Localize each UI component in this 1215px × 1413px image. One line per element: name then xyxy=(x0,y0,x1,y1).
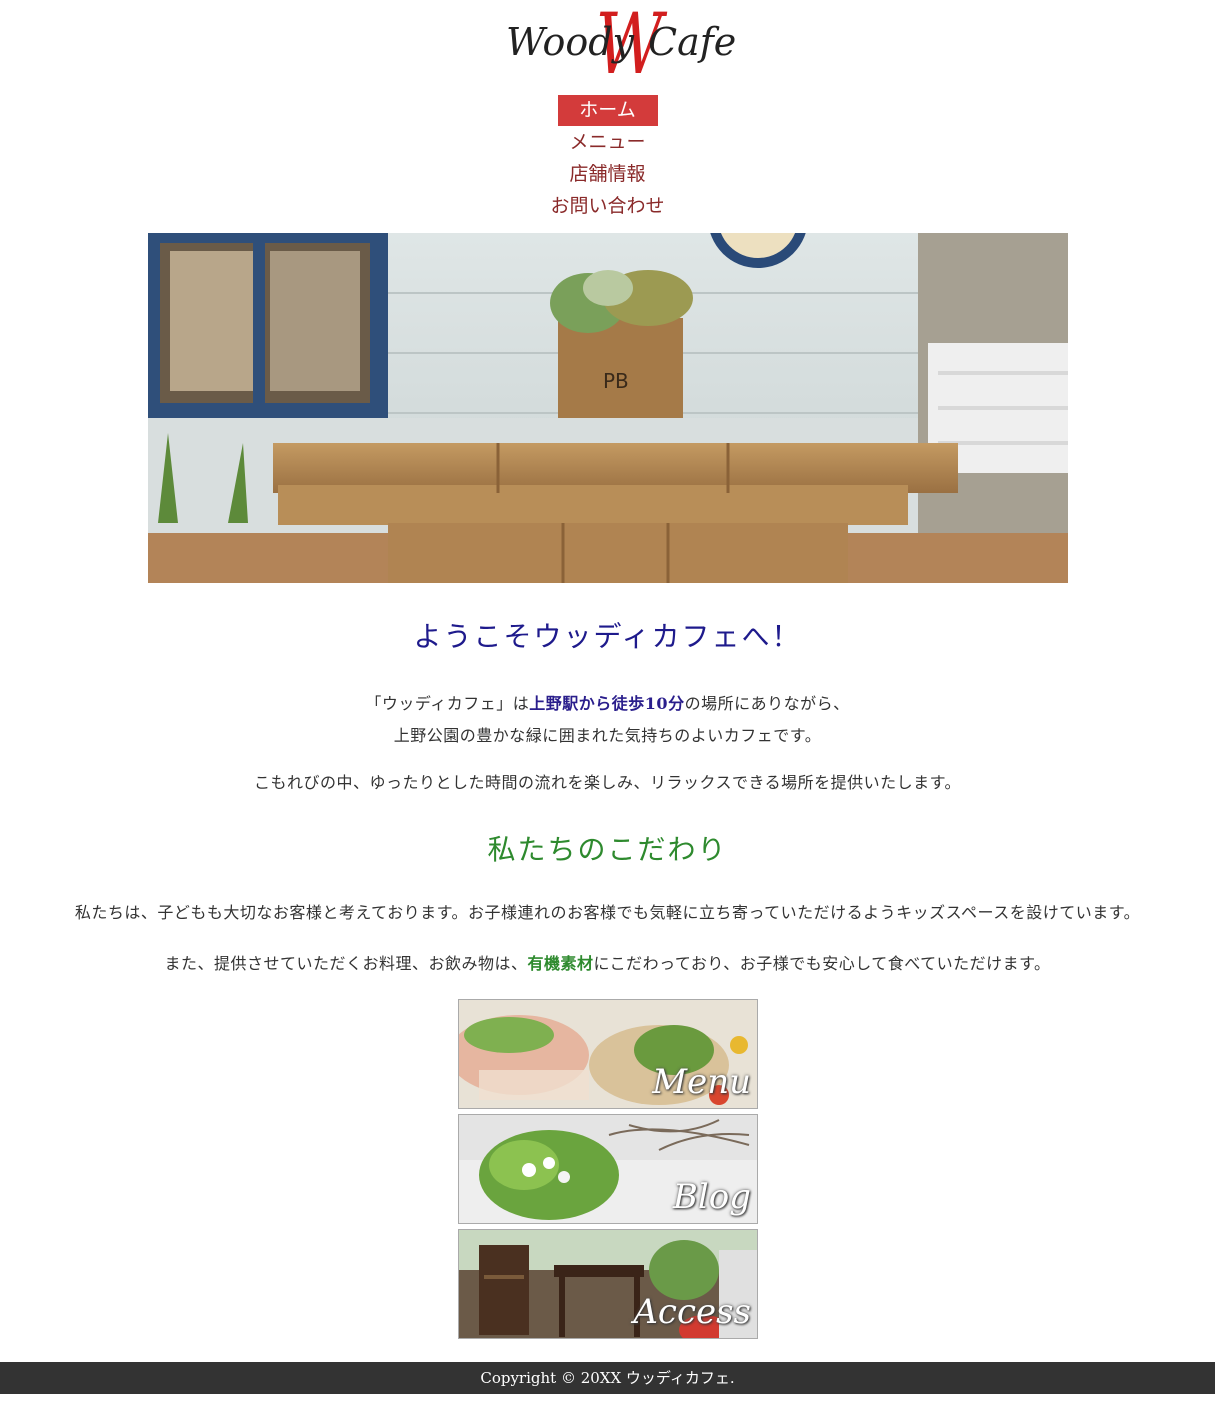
welcome-text-b: の場所にありながら、 xyxy=(684,694,850,713)
blog-banner-label: Blog xyxy=(672,1177,751,1217)
kodawari-heading: 私たちのこだわり xyxy=(487,833,728,866)
organic-highlight: 有機素材 xyxy=(527,954,594,973)
relax-paragraph: こもれびの中、ゆったりとした時間の流れを楽しみ、リラックスできる場所を提供いたし… xyxy=(253,773,962,792)
nav-item-home[interactable]: ホーム xyxy=(557,95,658,126)
nav-item-menu[interactable]: メニュー xyxy=(518,126,698,158)
organic-text-b: にこだわっており、お子様でも安心して食べていただけます。 xyxy=(593,954,1051,973)
access-banner[interactable]: Access xyxy=(458,1229,758,1339)
organic-text-a: また、提供させていただくお料理、お飲み物は、 xyxy=(164,954,528,973)
nav-item-contact[interactable]: お問い合わせ xyxy=(518,190,698,222)
access-banner-label: Access xyxy=(633,1292,751,1332)
site-footer: Copyright © 20XX ウッディカフェ. xyxy=(0,1362,1215,1394)
welcome-paragraph: 「ウッディカフェ」は上野駅から徒歩10分の場所にありながら、 上野公園の豊かな緑… xyxy=(0,688,1215,752)
menu-banner-label: Menu xyxy=(652,1062,751,1102)
welcome-text-c: 上野公園の豊かな緑に囲まれた気持ちのよいカフェです。 xyxy=(393,726,822,745)
copyright-text: Copyright © 20XX ウッディカフェ. xyxy=(480,1369,735,1387)
kids-paragraph: 私たちは、子どもも大切なお客様と考えております。お子様連れのお客様でも気軽に立ち… xyxy=(74,903,1141,922)
menu-banner[interactable]: Menu xyxy=(458,999,758,1109)
logo-cafe-text: Cafe xyxy=(648,20,737,64)
welcome-text-a: 「ウッディカフェ」は xyxy=(365,694,530,713)
site-logo[interactable]: W Woody Cafe xyxy=(0,2,1215,86)
hero-image: PB xyxy=(148,233,1068,583)
organic-paragraph: また、提供させていただくお料理、お飲み物は、有機素材にこだわっており、お子様でも… xyxy=(0,951,1215,977)
logo-woody-text: Woody xyxy=(506,20,635,64)
nav-item-store-info[interactable]: 店舗情報 xyxy=(518,158,698,190)
access-highlight: 上野駅から徒歩10分 xyxy=(529,694,685,713)
blog-banner[interactable]: Blog xyxy=(458,1114,758,1224)
welcome-heading: ようこそウッディカフェへ！ xyxy=(413,620,802,653)
svg-text:PB: PB xyxy=(603,369,629,393)
main-nav: ホーム メニュー 店舗情報 お問い合わせ xyxy=(0,95,1215,222)
hero-table-photo: PB xyxy=(148,233,1068,583)
